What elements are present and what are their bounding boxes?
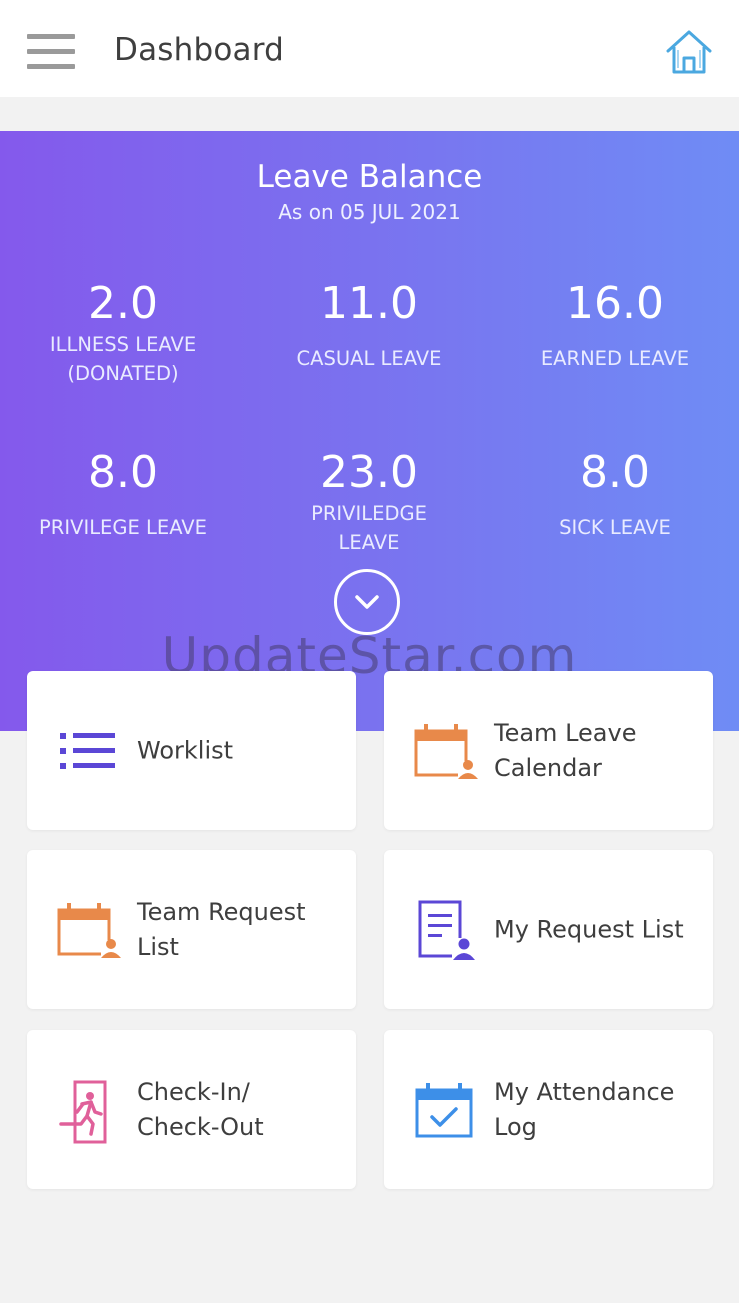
- leave-label: EARNED LEAVE: [540, 347, 690, 370]
- leave-label: ILLNESS LEAVE (DONATED): [49, 333, 197, 385]
- leave-stat-illness: 2.0 ILLNESS LEAVE (DONATED): [0, 278, 246, 388]
- list-icon: [57, 721, 117, 781]
- leave-stat-privilege: 8.0 PRIVILEGE LEAVE: [0, 447, 246, 542]
- tile-worklist[interactable]: Worklist: [27, 671, 356, 830]
- leave-balance-panel: Leave Balance As on 05 JUL 2021 2.0 ILLN…: [0, 131, 739, 731]
- top-bar: Dashboard: [0, 0, 739, 97]
- tile-label: My Request List: [494, 915, 684, 943]
- leave-balance-title: Leave Balance: [256, 159, 483, 195]
- leave-value: 11.0: [320, 278, 418, 329]
- calendar-person-icon: [57, 900, 121, 960]
- leave-stat-earned: 16.0 EARNED LEAVE: [492, 278, 738, 373]
- leave-value: 23.0: [320, 447, 418, 498]
- tile-my-attendance-log[interactable]: My Attendance Log: [384, 1030, 713, 1189]
- tile-label: Team Request List: [137, 897, 306, 961]
- leave-value: 8.0: [88, 447, 158, 498]
- chevron-down-icon: [355, 595, 379, 609]
- calendar-check-icon: [414, 1080, 474, 1140]
- tile-label: Check-In/ Check-Out: [137, 1077, 264, 1141]
- leave-value: 2.0: [88, 278, 158, 329]
- tile-check-in-check-out[interactable]: Check-In/ Check-Out: [27, 1030, 356, 1189]
- leave-value: 8.0: [580, 447, 650, 498]
- leave-label: CASUAL LEAVE: [296, 347, 442, 370]
- leave-balance-date: As on 05 JUL 2021: [278, 200, 461, 224]
- hamburger-menu-icon[interactable]: [27, 34, 75, 70]
- leave-label: PRIVILEDGE LEAVE: [311, 502, 427, 554]
- tile-label: Team Leave Calendar: [494, 718, 637, 782]
- leave-stat-priviledge: 23.0 PRIVILEDGE LEAVE: [246, 447, 492, 557]
- exit-door-icon: [57, 1080, 117, 1143]
- tile-team-leave-calendar[interactable]: Team Leave Calendar: [384, 671, 713, 830]
- expand-button[interactable]: [334, 569, 400, 635]
- tile-team-request-list[interactable]: Team Request List: [27, 850, 356, 1009]
- calendar-person-icon: [414, 721, 478, 781]
- document-person-icon: [414, 900, 476, 962]
- leave-value: 16.0: [566, 278, 664, 329]
- leave-stat-sick: 8.0 SICK LEAVE: [492, 447, 738, 542]
- page-title: Dashboard: [114, 32, 284, 68]
- leave-label: SICK LEAVE: [559, 516, 671, 539]
- leave-stat-casual: 11.0 CASUAL LEAVE: [246, 278, 492, 373]
- tile-label: Worklist: [137, 736, 234, 764]
- home-icon[interactable]: [664, 28, 714, 76]
- leave-label: PRIVILEGE LEAVE: [39, 516, 207, 539]
- tile-label: My Attendance Log: [494, 1077, 675, 1141]
- tile-my-request-list[interactable]: My Request List: [384, 850, 713, 1009]
